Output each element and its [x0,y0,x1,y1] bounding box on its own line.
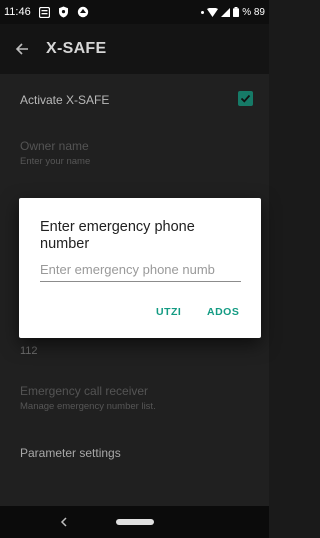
emergency-number-input[interactable] [40,258,241,282]
nav-back-icon[interactable] [60,514,68,530]
emergency-receiver-title: Emergency call receiver [20,384,149,398]
status-time: 11:46 [4,6,31,18]
gallery-notification-icon [39,6,51,18]
dialog-positive-button[interactable]: ADOS [207,306,239,318]
activate-xsafe-row[interactable]: Activate X-SAFE [20,91,255,107]
checkmark-icon [240,94,251,103]
battery-icon [233,7,240,17]
status-bar: 11:46 % 89 [0,0,269,24]
activate-xsafe-checkbox[interactable] [238,91,253,106]
system-nav-bar [0,506,269,538]
parameter-settings-row[interactable]: Parameter settings [20,446,255,460]
wifi-icon [207,7,219,17]
dot-icon [201,10,205,14]
emergency-number-row[interactable]: 112 [20,342,255,357]
emergency-number-dialog: Enter emergency phone number UTZI ADOS [19,198,261,338]
signal-icon [221,7,231,17]
owner-name-title: Owner name [20,139,89,153]
activate-xsafe-label: Activate X-SAFE [20,93,110,107]
dialog-negative-button[interactable]: UTZI [156,306,181,318]
dialog-title: Enter emergency phone number [40,219,195,252]
back-arrow-icon[interactable] [0,24,44,74]
parameter-settings-title: Parameter settings [20,446,121,460]
emergency-receiver-summary: Manage emergency number list. [20,401,156,412]
status-right: % 89 [201,7,265,18]
emergency-number-value: 112 [20,345,38,357]
battery-level: % 89 [242,6,265,18]
nav-home-pill[interactable] [116,519,154,525]
app-title: X-SAFE [46,40,107,57]
shield-notification-icon [58,6,70,18]
emergency-receiver-row[interactable]: Emergency call receiver Manage emergency… [20,384,255,412]
app-bar: X-SAFE [0,24,269,74]
browser-notification-icon [77,6,89,18]
owner-name-summary: Enter your name [20,156,91,167]
owner-name-row[interactable]: Owner name Enter your name [20,139,255,167]
